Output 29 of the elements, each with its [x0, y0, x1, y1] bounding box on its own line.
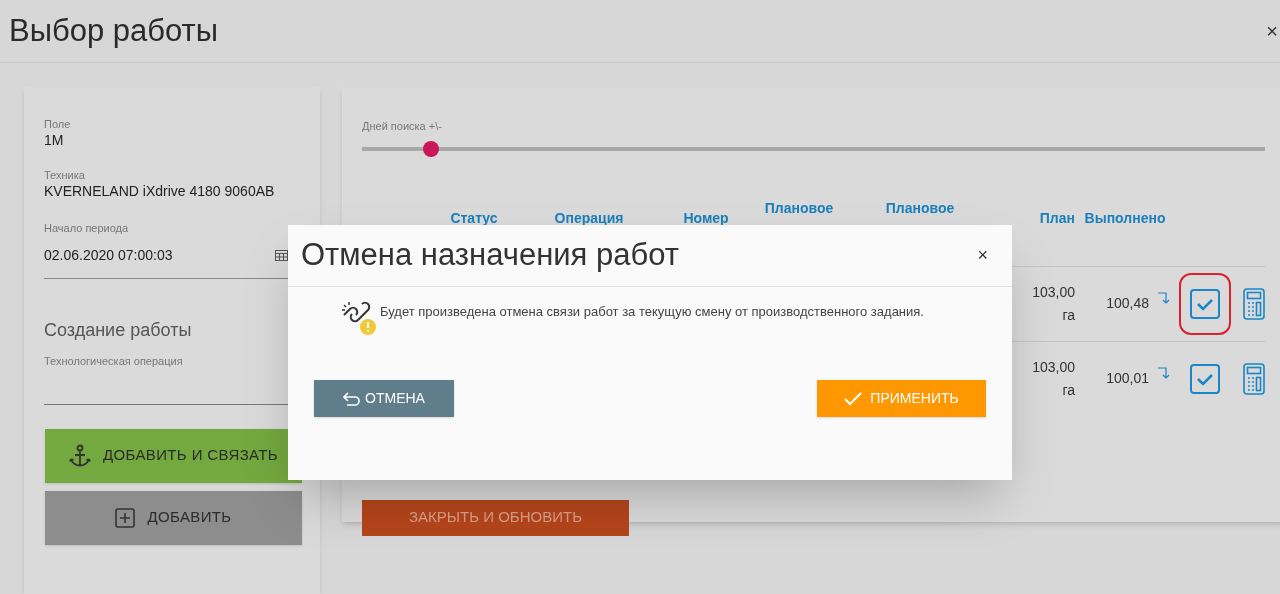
done-value: 100,01: [1106, 369, 1149, 388]
column-header: Плановое: [764, 199, 834, 216]
column-header: Выполнено: [1084, 209, 1166, 226]
slider-label: Дней поиска +\-: [362, 119, 443, 134]
field-value: 1M: [44, 131, 65, 149]
field-value: KVERNELAND iXdrive 4180 9060AB: [44, 182, 276, 200]
add-button[interactable]: ДОБАВИТЬ И СВЯЗАТЬ: [45, 428, 302, 483]
plan-value: 103,00: [1032, 357, 1075, 377]
cancel-button[interactable]: ОТМЕНА: [314, 380, 454, 417]
done-value: 100,48: [1106, 294, 1149, 313]
plan-value: 103,00: [1032, 282, 1075, 302]
close-button[interactable]: ×: [1266, 21, 1278, 41]
dialog-title: Отмена назначения работ: [301, 236, 679, 275]
window-title: Выбор работы: [9, 11, 219, 50]
column-header: Номер: [683, 209, 729, 226]
field-label: Поле: [44, 118, 72, 131]
field-label: Техника: [44, 169, 86, 182]
unit-label: га: [1062, 380, 1075, 400]
add-button[interactable]: ДОБАВИТЬ: [45, 490, 302, 545]
close-button[interactable]: ×: [977, 242, 988, 269]
column-header: Статус: [450, 209, 498, 226]
dialog-message: Будет произведена отмена связи работ за текущую смену от производственного задания.: [380, 303, 924, 321]
field-label: Начало периода: [44, 221, 130, 236]
close-refresh-button[interactable]: ЗАКРЫТЬ И ОБНОВИТЬ: [362, 499, 629, 536]
section-title: Создание работы: [44, 318, 193, 342]
column-header: Плановое: [885, 199, 955, 216]
column-header: План: [1039, 209, 1075, 226]
unit-label: га: [1062, 305, 1075, 325]
column-header: Операция: [554, 209, 624, 226]
